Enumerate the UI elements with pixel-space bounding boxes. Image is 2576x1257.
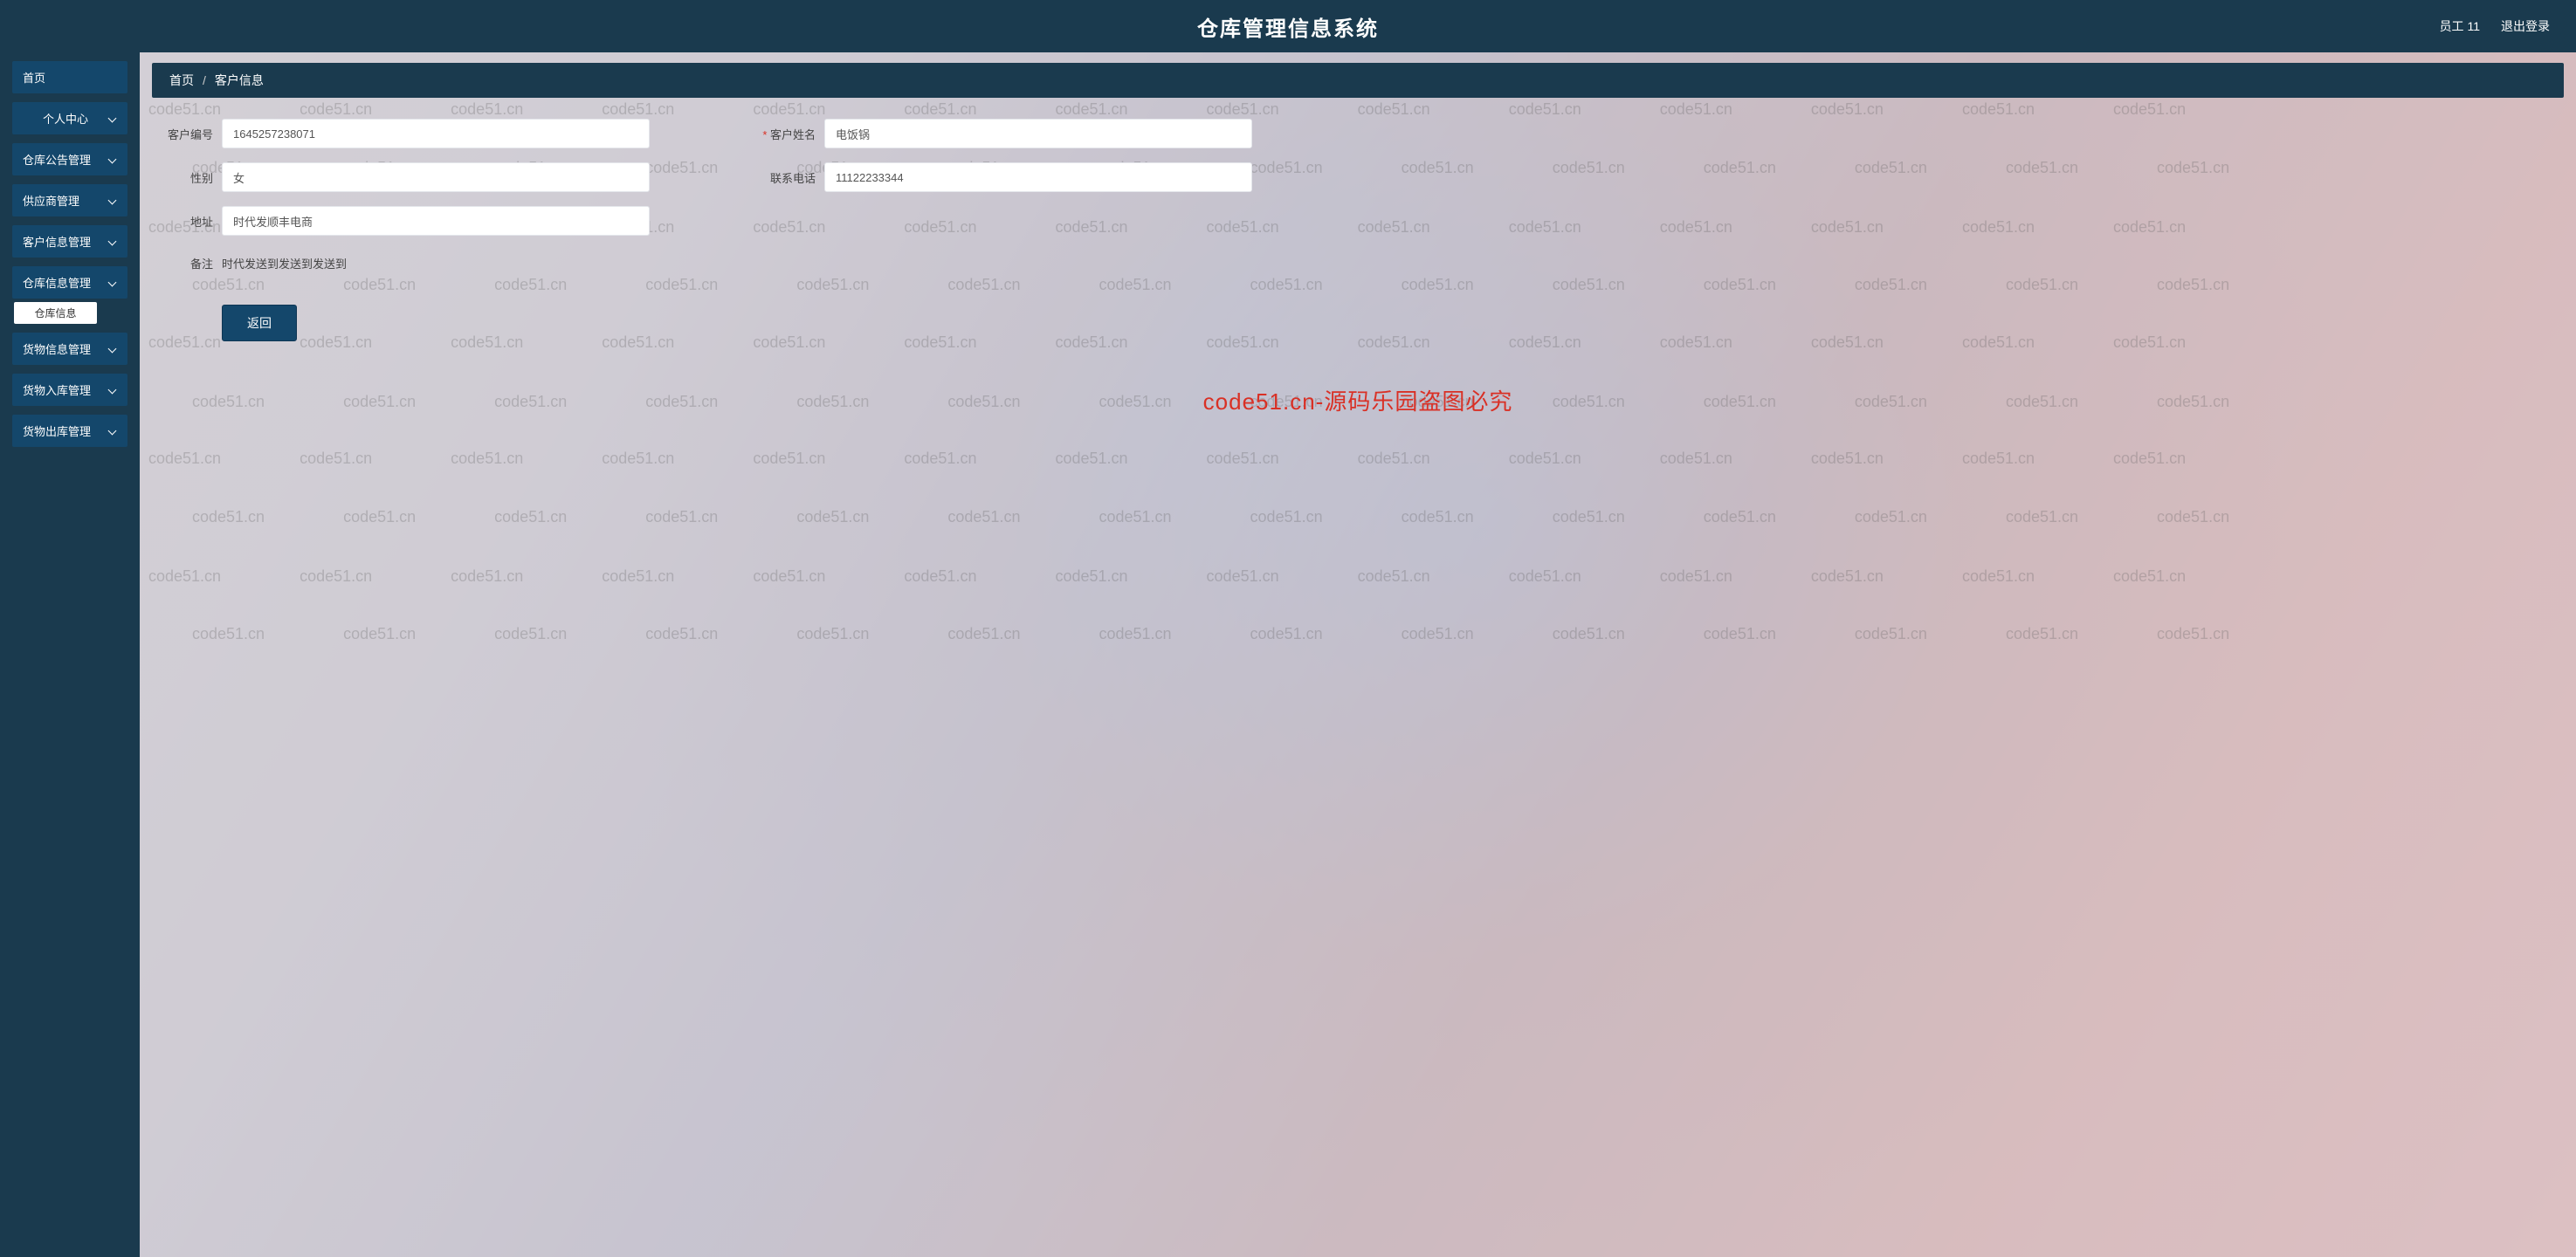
- sidebar-item-label: 货物入库管理: [23, 381, 108, 398]
- sidebar: 首页 个人中心 仓库公告管理 供应商管理 客户信息管理 仓库信息管理 仓库信息 …: [0, 52, 140, 1257]
- sidebar-item-inbound[interactable]: 货物入库管理: [12, 374, 127, 406]
- sidebar-item-goods[interactable]: 货物信息管理: [12, 333, 127, 365]
- sidebar-item-customer[interactable]: 客户信息管理: [12, 225, 127, 258]
- input-phone[interactable]: [824, 162, 1252, 192]
- sidebar-item-label: 供应商管理: [23, 192, 108, 209]
- sidebar-item-profile[interactable]: 个人中心: [12, 102, 127, 134]
- breadcrumb-separator: /: [203, 73, 206, 87]
- chevron-down-icon: [108, 427, 117, 436]
- label-customer-name: 客户姓名: [754, 126, 816, 142]
- customer-form: 客户编号 客户姓名 性别 联系电话: [152, 112, 2564, 341]
- input-customer-id[interactable]: [222, 119, 650, 148]
- app-title: 仓库管理信息系统: [1197, 11, 1379, 42]
- chevron-down-icon: [108, 386, 117, 395]
- sidebar-item-supplier[interactable]: 供应商管理: [12, 184, 127, 216]
- label-remark: 备注: [152, 255, 213, 271]
- label-customer-id: 客户编号: [152, 126, 213, 142]
- label-address: 地址: [152, 213, 213, 230]
- breadcrumb-current: 客户信息: [215, 72, 264, 89]
- back-button[interactable]: 返回: [222, 305, 297, 341]
- value-remark: 时代发送到发送到发送到: [222, 250, 347, 277]
- logout-link[interactable]: 退出登录: [2501, 17, 2550, 35]
- sidebar-item-home[interactable]: 首页: [12, 61, 127, 93]
- sidebar-item-label: 货物信息管理: [23, 340, 108, 357]
- input-customer-name[interactable]: [824, 119, 1252, 148]
- input-address[interactable]: [222, 206, 650, 236]
- chevron-down-icon: [108, 155, 117, 164]
- breadcrumb: 首页 / 客户信息: [152, 63, 2564, 98]
- sidebar-item-outbound[interactable]: 货物出库管理: [12, 415, 127, 447]
- chevron-down-icon: [108, 278, 117, 287]
- main-content: code51.cncode51.cncode51.cncode51.cncode…: [140, 52, 2576, 1257]
- chevron-down-icon: [108, 114, 117, 123]
- input-gender[interactable]: [222, 162, 650, 192]
- sidebar-item-label: 货物出库管理: [23, 422, 108, 439]
- sidebar-item-warehouse[interactable]: 仓库信息管理: [12, 266, 127, 299]
- label-gender: 性别: [152, 169, 213, 186]
- chevron-down-icon: [108, 345, 117, 354]
- user-label[interactable]: 员工 11: [2440, 17, 2480, 35]
- center-watermark: code51.cn-源码乐园盗图必究: [1203, 384, 1513, 416]
- header-right: 员工 11 退出登录: [2440, 17, 2550, 35]
- chevron-down-icon: [108, 196, 117, 205]
- sidebar-item-label: 客户信息管理: [23, 233, 108, 250]
- chevron-down-icon: [108, 237, 117, 246]
- sidebar-subitem-warehouse-info[interactable]: 仓库信息: [14, 302, 97, 324]
- sidebar-item-announcement[interactable]: 仓库公告管理: [12, 143, 127, 175]
- app-header: 仓库管理信息系统 员工 11 退出登录: [0, 0, 2576, 52]
- sidebar-item-label: 首页: [23, 69, 117, 86]
- breadcrumb-home[interactable]: 首页: [169, 72, 194, 89]
- sidebar-item-label: 仓库公告管理: [23, 151, 108, 168]
- label-phone: 联系电话: [754, 169, 816, 186]
- sidebar-item-label: 个人中心: [23, 110, 108, 127]
- sidebar-item-label: 仓库信息管理: [23, 274, 108, 291]
